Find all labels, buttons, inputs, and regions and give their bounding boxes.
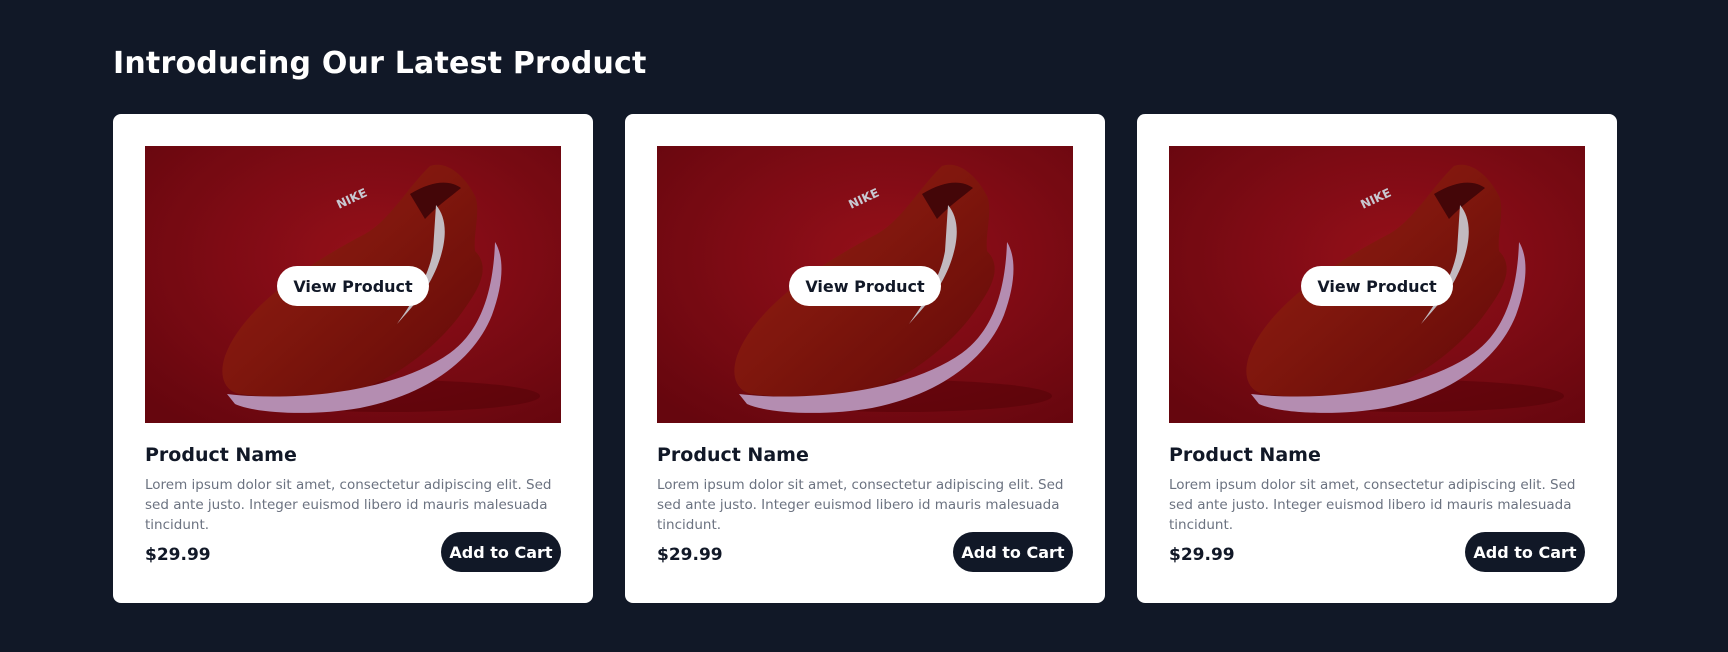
product-image[interactable]: NIKE View Product (657, 146, 1073, 423)
product-price: $29.99 (1169, 545, 1235, 565)
product-card: NIKE View Product Product Name Lorem ips… (625, 114, 1105, 603)
product-image[interactable]: NIKE View Product (145, 146, 561, 423)
view-product-button[interactable]: View Product (277, 266, 429, 306)
product-card: NIKE View Product Product Name Lorem ips… (1137, 114, 1617, 603)
add-to-cart-button[interactable]: Add to Cart (953, 532, 1073, 572)
add-to-cart-button[interactable]: Add to Cart (1465, 532, 1585, 572)
product-card: NIKE View Product Product Name Lorem ips… (113, 114, 593, 603)
view-product-button[interactable]: View Product (1301, 266, 1453, 306)
product-price: $29.99 (145, 545, 211, 565)
product-name: Product Name (145, 444, 297, 466)
view-product-button[interactable]: View Product (789, 266, 941, 306)
product-price: $29.99 (657, 545, 723, 565)
product-image[interactable]: NIKE View Product (1169, 146, 1585, 423)
product-section: Introducing Our Latest Product NIKE View… (0, 0, 1728, 652)
product-description: Lorem ipsum dolor sit amet, consectetur … (657, 477, 1064, 533)
product-description: Lorem ipsum dolor sit amet, consectetur … (1169, 477, 1576, 533)
section-title: Introducing Our Latest Product (113, 46, 647, 81)
add-to-cart-button[interactable]: Add to Cart (441, 532, 561, 572)
product-name: Product Name (1169, 444, 1321, 466)
product-name: Product Name (657, 444, 809, 466)
product-card-list: NIKE View Product Product Name Lorem ips… (113, 114, 1617, 603)
product-description: Lorem ipsum dolor sit amet, consectetur … (145, 477, 552, 533)
